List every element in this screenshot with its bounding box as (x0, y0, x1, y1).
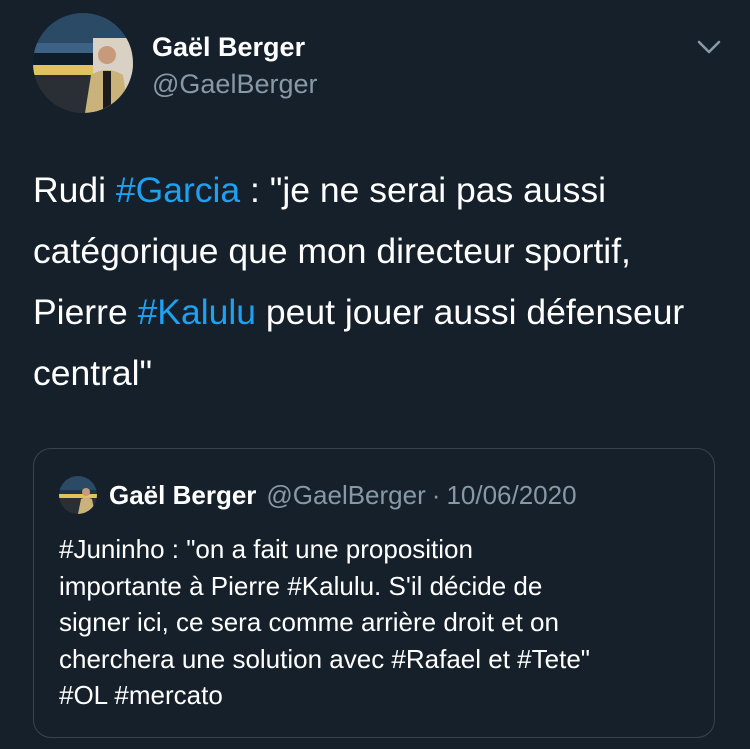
quoted-tweet-text: #Juninho : "on a fait une proposition im… (59, 531, 699, 714)
quoted-tweet-card[interactable]: Gaël Berger @GaelBerger · 10/06/2020 #Ju… (33, 448, 715, 738)
author-handle[interactable]: @GaelBerger (152, 68, 317, 100)
quoted-avatar (59, 476, 97, 514)
quoted-text-line: #OL #mercato (59, 680, 223, 710)
avatar[interactable] (33, 13, 133, 113)
quoted-text-line: signer ici, ce sera comme arrière droit … (59, 607, 559, 637)
quoted-text-line: importante à Pierre #Kalulu. S'il décide… (59, 570, 543, 601)
quoted-text-line: #Juninho : "on a fait une proposition (59, 534, 473, 564)
chevron-down-icon[interactable] (694, 32, 724, 62)
hashtag-link[interactable]: #Kalulu (138, 292, 256, 332)
quoted-text-line: cherchera une solution avec #Rafael et #… (59, 643, 591, 674)
quoted-separator: · (431, 479, 441, 510)
quoted-date: 10/06/2020 (446, 479, 577, 510)
quoted-author-name: Gaël Berger (109, 479, 257, 510)
quoted-author-handle: @GaelBerger (266, 479, 426, 510)
author-name[interactable]: Gaël Berger (152, 31, 305, 63)
tweet-text: Rudi #Garcia : "je ne serai pas aussi ca… (33, 160, 723, 404)
hashtag-link[interactable]: #Garcia (116, 170, 240, 210)
quoted-tweet-header: Gaël Berger @GaelBerger · 10/06/2020 (59, 476, 577, 514)
tweet-segment: Rudi (33, 170, 116, 210)
